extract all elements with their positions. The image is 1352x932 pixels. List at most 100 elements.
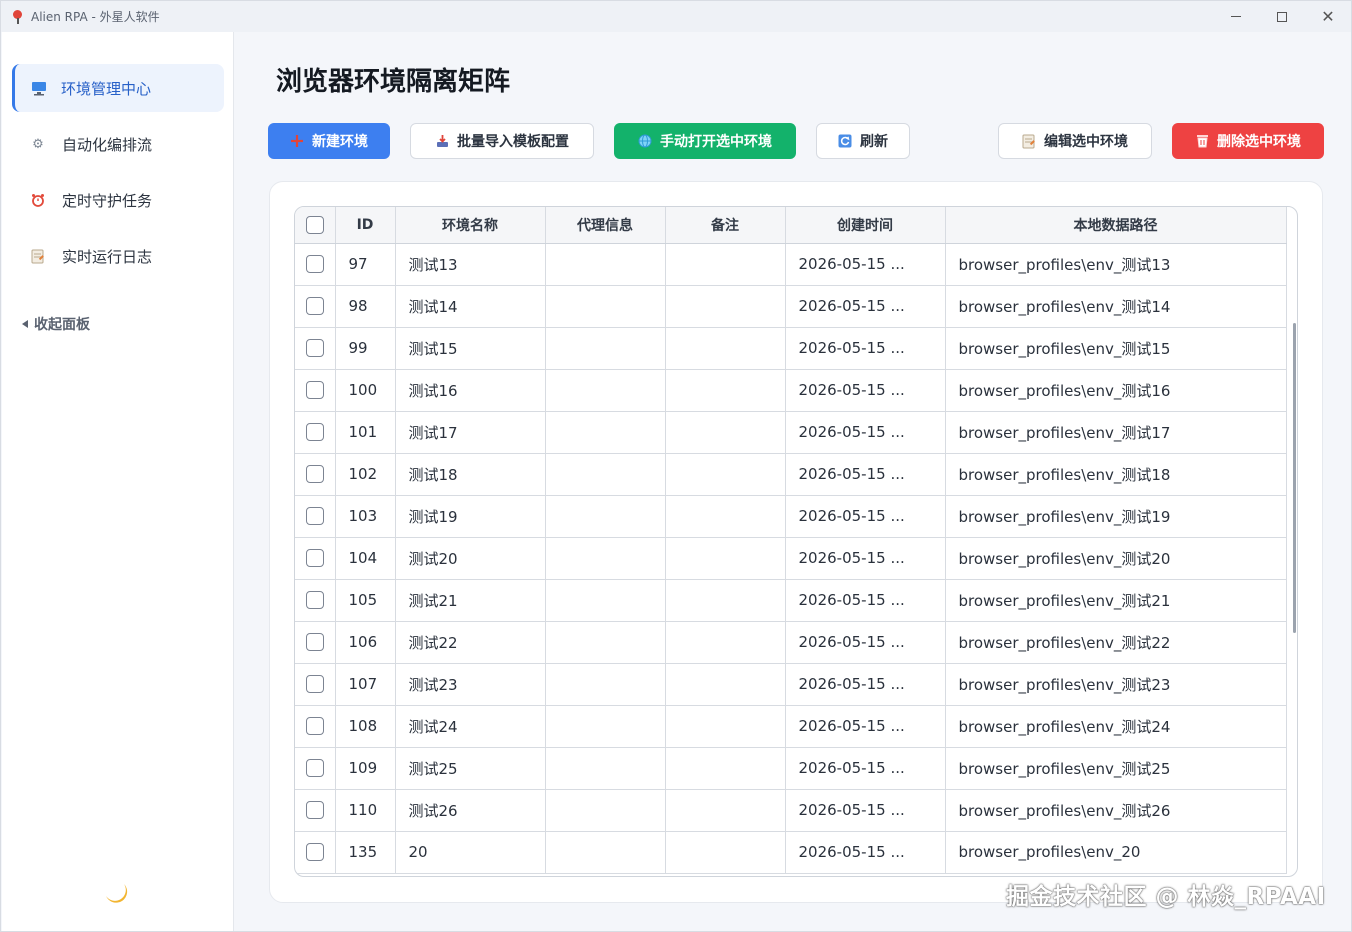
cell-proxy — [545, 831, 666, 874]
sidebar-item-runtime-logs[interactable]: 实时运行日志 — [12, 232, 224, 280]
row-checkbox-cell[interactable] — [295, 747, 336, 790]
plus-icon — [290, 134, 304, 148]
row-checkbox-cell[interactable] — [295, 453, 336, 496]
row-checkbox[interactable] — [305, 297, 324, 316]
table-row[interactable]: 107 测试23 2026-05-15 ... browser_profiles\en… — [295, 663, 1287, 706]
batch-import-button[interactable]: 批量导入模板配置 — [410, 123, 594, 159]
cell-id: 99 — [335, 327, 396, 370]
table-row[interactable]: 106 测试22 2026-05-15 ... browser_profiles\en… — [295, 621, 1287, 664]
table-row[interactable]: 99 测试15 2026-05-15 ... browser_profiles\env… — [295, 327, 1287, 370]
window-title: Alien RPA - 外星人软件 — [31, 10, 160, 24]
table-row[interactable]: 98 测试14 2026-05-15 ... browser_profiles\env… — [295, 285, 1287, 328]
edit-selected-env-label: 编辑选中环境 — [1044, 134, 1128, 150]
cell-notes — [665, 747, 786, 790]
minimize-button[interactable] — [1213, 1, 1259, 32]
maximize-button[interactable] — [1259, 1, 1305, 32]
title-bar: Alien RPA - 外星人软件 ✕ — [1, 1, 1351, 32]
cell-id: 98 — [335, 285, 396, 328]
sidebar-item-automation-flow[interactable]: ⚙ 自动化编排流 — [12, 120, 224, 168]
cell-proxy — [545, 705, 666, 748]
page-title: 浏览器环境隔离矩阵 — [276, 67, 511, 97]
row-checkbox-cell[interactable] — [295, 327, 336, 370]
table-row[interactable]: 108 测试24 2026-05-15 ... browser_profiles\en… — [295, 705, 1287, 748]
column-header-created-time[interactable]: 创建时间 — [785, 207, 946, 244]
sidebar-item-scheduled-tasks[interactable]: 定时守护任务 — [12, 176, 224, 224]
table-row[interactable]: 100 测试16 2026-05-15 ... browser_profiles\en… — [295, 369, 1287, 412]
table-row[interactable]: 105 测试21 2026-05-15 ... browser_profiles\en… — [295, 579, 1287, 622]
row-checkbox-cell[interactable] — [295, 243, 336, 286]
table-row[interactable]: 103 测试19 2026-05-15 ... browser_profiles\en… — [295, 495, 1287, 538]
globe-icon — [638, 134, 652, 148]
cell-id: 110 — [335, 789, 396, 832]
cell-notes — [665, 411, 786, 454]
cell-id: 101 — [335, 411, 396, 454]
sidebar-item-label: 实时运行日志 — [62, 247, 153, 266]
row-checkbox[interactable] — [305, 465, 324, 484]
select-all-checkbox[interactable] — [305, 215, 324, 234]
cell-created-time: 2026-05-15 ... — [785, 747, 946, 790]
row-checkbox-cell[interactable] — [295, 369, 336, 412]
new-env-button[interactable]: 新建环境 — [268, 123, 390, 159]
row-checkbox-cell[interactable] — [295, 789, 336, 832]
row-checkbox[interactable] — [305, 591, 324, 610]
column-header-notes[interactable]: 备注 — [665, 207, 786, 244]
cell-notes — [665, 285, 786, 328]
cell-created-time: 2026-05-15 ... — [785, 831, 946, 874]
moon-icon[interactable] — [102, 878, 130, 913]
row-checkbox-cell[interactable] — [295, 579, 336, 622]
delete-selected-env-button[interactable]: 删除选中环境 — [1172, 123, 1324, 159]
row-checkbox-cell[interactable] — [295, 621, 336, 664]
table-row[interactable]: 97 测试13 2026-05-15 ... browser_profiles\env… — [295, 243, 1287, 286]
app-window: Alien RPA - 外星人软件 ✕ 环境管理中心 ⚙ 自动化编排流 定时守护… — [0, 0, 1352, 932]
cell-env-name: 测试20 — [395, 537, 546, 580]
row-checkbox-cell[interactable] — [295, 537, 336, 580]
table-row[interactable]: 135 20 2026-05-15 ... browser_profiles\env_… — [295, 831, 1287, 874]
column-header-data-path[interactable]: 本地数据路径 — [945, 207, 1287, 244]
row-checkbox-cell[interactable] — [295, 831, 336, 874]
row-checkbox[interactable] — [305, 381, 324, 400]
row-checkbox[interactable] — [305, 759, 324, 778]
row-checkbox-cell[interactable] — [295, 705, 336, 748]
sidebar-item-label: 定时守护任务 — [62, 191, 153, 210]
cell-proxy — [545, 411, 666, 454]
table-scrollbar[interactable] — [1293, 323, 1296, 633]
cell-proxy — [545, 453, 666, 496]
column-header-id[interactable]: ID — [335, 207, 396, 244]
table-row[interactable]: 102 测试18 2026-05-15 ... browser_profiles\en… — [295, 453, 1287, 496]
sidebar-item-label: 环境管理中心 — [61, 79, 152, 98]
refresh-button[interactable]: 刷新 — [816, 123, 910, 159]
inbox-tray-icon — [435, 134, 449, 148]
select-all-checkbox-cell[interactable] — [295, 207, 336, 244]
sidebar-item-env-management[interactable]: 环境管理中心 — [12, 64, 224, 112]
memo-icon — [30, 248, 46, 264]
row-checkbox-cell[interactable] — [295, 285, 336, 328]
row-checkbox[interactable] — [305, 717, 324, 736]
row-checkbox[interactable] — [305, 843, 324, 862]
row-checkbox[interactable] — [305, 507, 324, 526]
row-checkbox[interactable] — [305, 255, 324, 274]
cell-notes — [665, 663, 786, 706]
row-checkbox-cell[interactable] — [295, 495, 336, 538]
row-checkbox-cell[interactable] — [295, 663, 336, 706]
column-header-env-name[interactable]: 环境名称 — [395, 207, 546, 244]
column-header-proxy[interactable]: 代理信息 — [545, 207, 666, 244]
row-checkbox-cell[interactable] — [295, 411, 336, 454]
maximize-icon — [1277, 11, 1287, 22]
table-row[interactable]: 110 测试26 2026-05-15 ... browser_profiles\en… — [295, 789, 1287, 832]
row-checkbox[interactable] — [305, 339, 324, 358]
open-selected-env-button[interactable]: 手动打开选中环境 — [614, 123, 796, 159]
row-checkbox[interactable] — [305, 801, 324, 820]
row-checkbox[interactable] — [305, 423, 324, 442]
row-checkbox[interactable] — [305, 549, 324, 568]
table-row[interactable]: 101 测试17 2026-05-15 ... browser_profiles\en… — [295, 411, 1287, 454]
row-checkbox[interactable] — [305, 675, 324, 694]
table-row[interactable]: 104 测试20 2026-05-15 ... browser_profiles\en… — [295, 537, 1287, 580]
cell-id: 106 — [335, 621, 396, 664]
table-row[interactable]: 109 测试25 2026-05-15 ... browser_profiles\en… — [295, 747, 1287, 790]
cell-data-path: browser_profiles\env_测试17 — [945, 411, 1287, 454]
cell-env-name: 测试23 — [395, 663, 546, 706]
row-checkbox[interactable] — [305, 633, 324, 652]
collapse-panel-button[interactable]: 收起面板 — [22, 314, 90, 334]
close-button[interactable]: ✕ — [1305, 1, 1351, 32]
edit-selected-env-button[interactable]: 编辑选中环境 — [998, 123, 1152, 159]
